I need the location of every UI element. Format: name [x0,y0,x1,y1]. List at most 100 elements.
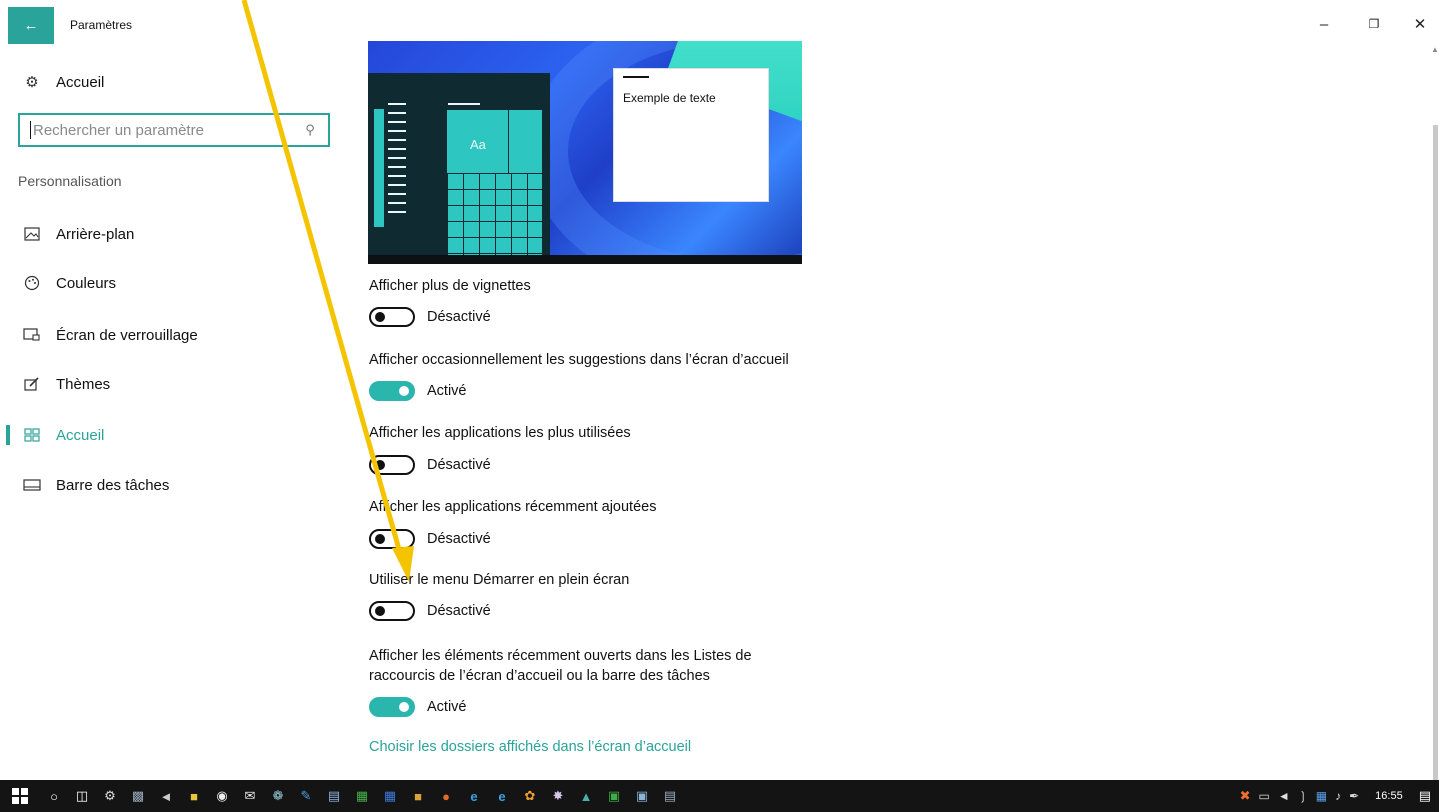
setting-label-suggestions: Afficher occasionnellement les suggestio… [369,352,789,368]
close-icon: ✕ [1413,16,1427,33]
toggle-state-text: Désactivé [427,603,491,619]
toggle-state-text: Désactivé [427,531,491,547]
themes-icon [22,374,42,394]
back-button[interactable]: ← [8,7,54,44]
task-view-icon[interactable]: ◫ [68,780,96,812]
monitor-app-icon[interactable]: ▣ [628,780,656,812]
clock[interactable]: 16:55 [1375,790,1403,802]
search-circle-icon[interactable]: ○ [40,780,68,812]
sidebar-item-barre-taches[interactable]: Barre des tâches [22,470,169,500]
chrome-app-icon[interactable]: ✿ [516,780,544,812]
setting-toggle-row: Désactivé [369,306,491,328]
camera-app-icon[interactable]: ◉ [208,780,236,812]
scrollbar[interactable]: ▲ [1431,45,1439,785]
preview-rail [374,109,384,227]
preview-tile-text: Aa [470,137,486,152]
sound-app-icon[interactable]: ◄ [152,780,180,812]
close-button[interactable]: ✕ [1405,12,1435,36]
nav-home[interactable]: ⚙ Accueil [22,68,104,96]
toggle-suggestions[interactable] [369,381,415,401]
sidebar-item-label: Écran de verrouillage [56,326,198,344]
setting-label-recently-added: Afficher les applications récemment ajou… [369,499,657,515]
sidebar-item-label: Arrière-plan [56,225,135,243]
remote-app-icon[interactable]: ▲ [572,780,600,812]
sidebar-item-themes[interactable]: Thèmes [22,369,110,399]
toggle-state-text: Activé [427,383,467,399]
sidebar-item-couleurs[interactable]: Couleurs [22,268,116,298]
setting-label-jumplists-line2: raccourcis de l’écran d’accueil ou la ba… [369,668,710,684]
search-box[interactable]: ⚲ [18,113,330,147]
green-app-icon[interactable]: ▣ [600,780,628,812]
sidebar-item-label: Accueil [56,426,105,444]
preview-window-card: Exemple de texte [613,68,769,202]
sidebar-item-arriere-plan[interactable]: Arrière-plan [22,219,134,249]
gear-icon: ⚙ [25,74,39,91]
text-caret [30,121,31,139]
pen-app-icon[interactable]: ✎ [292,780,320,812]
image-app-icon[interactable]: ▤ [656,780,684,812]
ie-app-icon[interactable]: e [488,780,516,812]
setting-toggle-row: Désactivé [369,454,491,476]
start-preview-image: Aa Exemple de texte [368,41,802,264]
firefox-app-icon[interactable]: ● [432,780,460,812]
search-icon[interactable]: ⚲ [302,122,318,138]
restore-icon: ❐ [1368,17,1380,31]
search-input[interactable] [33,121,302,139]
word-app-icon[interactable]: ▦ [376,780,404,812]
sidebar-item-label: Couleurs [56,274,117,292]
preview-tile-split [508,110,509,173]
restore-button[interactable]: ❐ [1359,12,1389,36]
settings-window: ← Paramètres – ❐ ✕ ⚙ Accueil ⚲ Personnal… [0,0,1439,785]
sidebar-item-label: Thèmes [56,375,111,393]
preview-taskbar [368,255,802,264]
paint-app-icon[interactable]: ✸ [544,780,572,812]
network-app-icon[interactable]: ❁ [264,780,292,812]
palette-icon [22,273,42,293]
setting-label-more-tiles: Afficher plus de vignettes [369,278,531,294]
wifi-icon[interactable]: ❳ [1298,789,1308,803]
language-icon[interactable]: ▦ [1316,789,1327,803]
toggle-jumplists[interactable] [369,697,415,717]
preview-sample-text: Exemple de texte [623,91,716,105]
spreadsheet-app-icon[interactable]: ▦ [348,780,376,812]
preview-card-line [623,76,649,78]
sticky-app-icon[interactable]: ■ [180,780,208,812]
choose-folders-link[interactable]: Choisir les dossiers affichés dans l’écr… [369,739,691,755]
start-icon [22,425,42,445]
windows-taskbar: ○ ◫ ⚙ ▩ ◄ ■ ◉ ✉ ❁ ✎ ▤ ▦ ▦ ■ ● e e ✿ ✸ ▲ … [0,780,1439,812]
preview-header-line [448,103,480,105]
toggle-more-tiles[interactable] [369,307,415,327]
preview-tile-grid [447,173,542,255]
toggle-fullscreen[interactable] [369,601,415,621]
edge-app-icon[interactable]: e [460,780,488,812]
setting-label-jumplists-line1: Afficher les éléments récemment ouverts … [369,648,752,664]
nav-home-label: Accueil [56,73,105,91]
speaker-tray-icon[interactable]: ◄ [1278,789,1290,803]
terminal-app-icon[interactable]: ▩ [124,780,152,812]
document-app-icon[interactable]: ▤ [320,780,348,812]
volume-icon[interactable]: ♪ [1335,789,1341,803]
setting-toggle-row: Activé [369,696,467,718]
toggle-recently-added[interactable] [369,529,415,549]
arrow-left-icon: ← [23,17,39,34]
notification-icon[interactable]: ▤ [1419,788,1431,804]
settings-app-icon[interactable]: ⚙ [96,780,124,812]
tray-tool-icon[interactable]: ✖ [1240,788,1251,804]
pen-tray-icon[interactable]: ✒ [1349,789,1359,803]
mail-app-icon[interactable]: ✉ [236,780,264,812]
scroll-up-icon[interactable]: ▲ [1431,45,1439,54]
section-heading: Personnalisation [18,173,122,189]
toggle-state-text: Activé [427,699,467,715]
battery-icon[interactable]: ▭ [1258,789,1269,803]
folder-app-icon[interactable]: ■ [404,780,432,812]
sidebar-item-accueil[interactable]: Accueil [22,420,104,450]
setting-label-most-used: Afficher les applications les plus utili… [369,425,631,441]
system-tray: ✖ ▭ ◄ ❳ ▦ ♪ ✒ 16:55 ▤ [1240,780,1431,812]
minimize-button[interactable]: – [1309,12,1339,36]
active-indicator [6,425,10,445]
toggle-most-used[interactable] [369,455,415,475]
app-title: Paramètres [70,18,133,32]
scroll-thumb[interactable] [1433,125,1438,785]
sidebar-item-ecran-verrouillage[interactable]: Écran de verrouillage [22,320,198,350]
start-button[interactable] [0,780,40,812]
